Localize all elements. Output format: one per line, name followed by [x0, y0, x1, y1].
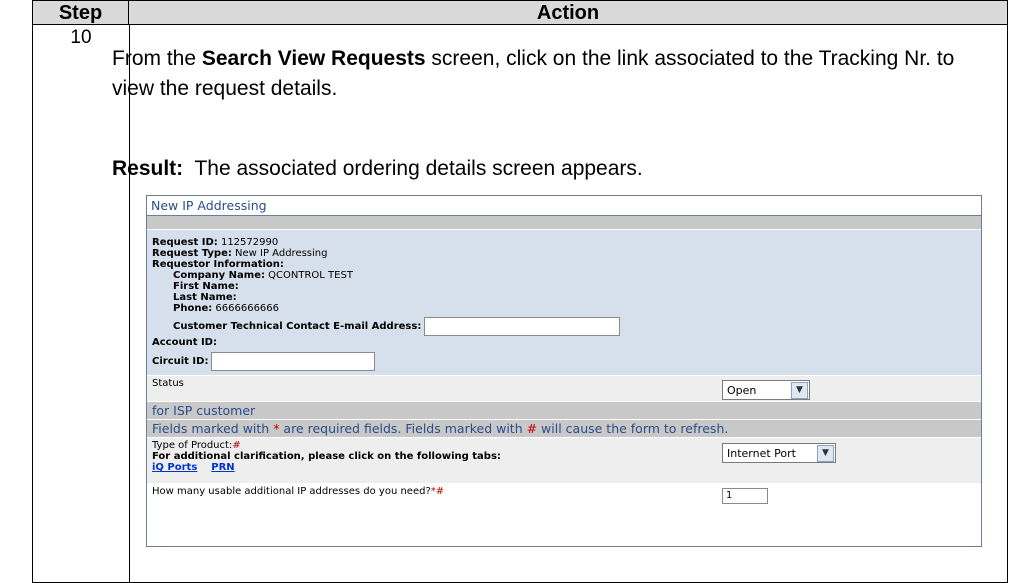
product-label: Type of Product: [152, 440, 233, 451]
tech-email-input[interactable] [424, 317, 621, 336]
product-value: Internet Port [727, 446, 796, 460]
company-name-value: QCONTROL TEST [264, 270, 353, 281]
prn-link[interactable]: PRN [211, 462, 234, 473]
status-value: Open [727, 383, 757, 397]
column-divider [129, 25, 130, 582]
ip-question-cell: How many usable additional IP addresses … [147, 484, 719, 505]
required-fields-note: Fields marked with * are required fields… [147, 419, 981, 437]
status-cell: Open ▼ [719, 376, 981, 401]
header-bar [147, 216, 981, 229]
product-marker: # [232, 440, 241, 451]
status-select[interactable]: Open ▼ [722, 380, 810, 400]
request-info-panel: Request ID: 112572990 Request Type: New … [147, 229, 981, 375]
chevron-down-icon: ▼ [791, 381, 808, 399]
phone-line: Phone: 6666666666 [152, 303, 976, 314]
tech-email-row: Customer Technical Contact E-mail Addres… [152, 316, 976, 337]
result-text: The associated ordering details screen a… [183, 157, 643, 180]
phone-value: 6666666666 [212, 303, 280, 314]
ip-markers: *# [430, 486, 445, 497]
ip-question: How many usable additional IP addresses … [152, 486, 431, 497]
note-part3: will cause the form to refresh. [537, 421, 729, 436]
ip-input-cell: 1 [719, 484, 981, 505]
chevron-down-icon: ▼ [817, 444, 834, 462]
header-action: Action [129, 1, 1007, 25]
request-id-value: 112572990 [217, 237, 279, 248]
request-type-label: Request Type: [152, 248, 232, 259]
account-id-label: Account ID: [152, 337, 217, 348]
phone-label: Phone: [173, 303, 213, 314]
result-line: Result: The associated ordering details … [112, 155, 962, 183]
status-row: Status Open ▼ [147, 375, 981, 401]
screen-name: Search View Requests [201, 47, 426, 70]
last-name-label: Last Name: [173, 292, 237, 303]
result-label: Result: [112, 157, 184, 180]
product-select[interactable]: Internet Port ▼ [722, 443, 836, 463]
status-label: Status [152, 378, 184, 389]
action-instruction: From the Search View Requests screen, cl… [112, 44, 962, 104]
circuit-id-input[interactable] [211, 352, 376, 371]
note-part1: Fields marked with [152, 421, 274, 436]
note-part2: are required fields. Fields marked with [279, 421, 527, 436]
tech-email-label: Customer Technical Contact E-mail Addres… [173, 321, 422, 332]
clarification-text: For additional clarification, please cli… [152, 451, 501, 462]
request-id-line: Request ID: 112572990 [152, 237, 976, 248]
company-name-line: Company Name: QCONTROL TEST [152, 270, 976, 281]
first-name-label: First Name: [173, 281, 239, 292]
header-step: Step [33, 1, 129, 25]
request-type-value: New IP Addressing [231, 248, 328, 259]
product-label-line: Type of Product:# [152, 440, 714, 451]
product-row: Type of Product:# For additional clarifi… [147, 437, 981, 483]
product-label-cell: Type of Product:# For additional clarifi… [147, 438, 719, 483]
iq-ports-link[interactable]: iQ Ports [152, 462, 197, 473]
circuit-id-label: Circuit ID: [152, 356, 209, 367]
tab-links: iQ Ports PRN [152, 462, 714, 473]
refresh-hash: # [526, 421, 538, 436]
action-part1: From the [112, 47, 202, 70]
request-type-line: Request Type: New IP Addressing [152, 248, 976, 259]
ordering-details-screenshot: New IP Addressing Request ID: 112572990 … [146, 195, 982, 547]
requestor-info-label: Requestor Information: [152, 259, 284, 270]
request-id-label: Request ID: [152, 237, 218, 248]
ip-count-input[interactable]: 1 [722, 488, 768, 504]
section-isp-customer: for ISP customer [147, 401, 981, 419]
product-cell: Internet Port ▼ [719, 438, 981, 483]
ip-count-row: How many usable additional IP addresses … [147, 483, 981, 505]
company-name-label: Company Name: [173, 270, 265, 281]
form-title: New IP Addressing [147, 196, 981, 216]
circuit-id-row: Circuit ID: [152, 351, 976, 372]
